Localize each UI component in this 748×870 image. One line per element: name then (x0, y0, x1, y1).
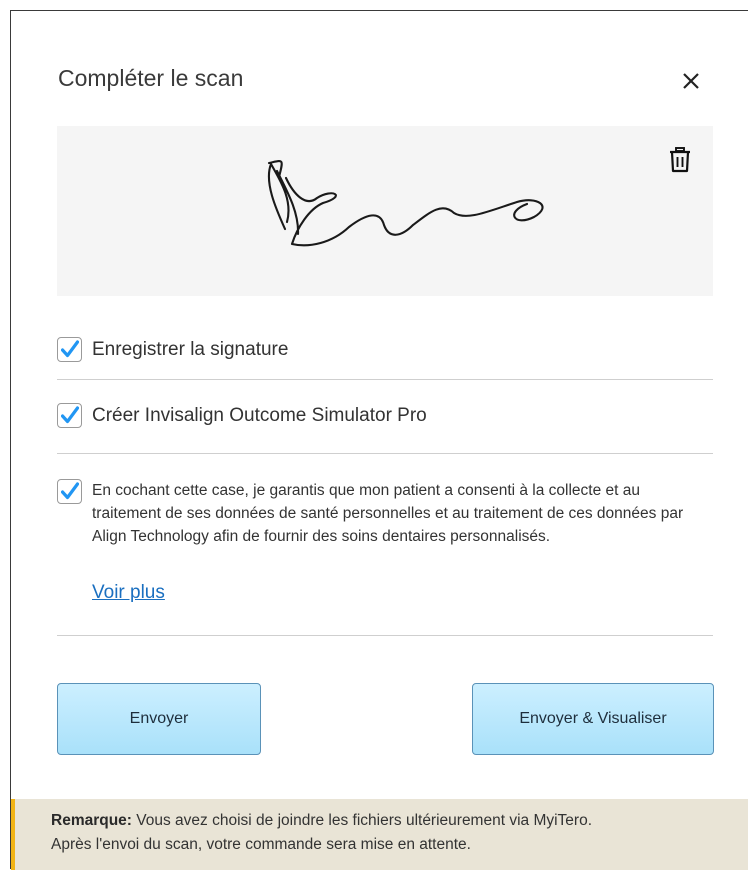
close-button[interactable] (675, 65, 705, 95)
divider (57, 453, 713, 454)
note-banner: Remarque: Vous avez choisi de joindre le… (11, 799, 748, 870)
option-create-simulator: Créer Invisalign Outcome Simulator Pro (57, 403, 427, 428)
note-line-2: Après l'envoi du scan, votre commande se… (51, 836, 471, 853)
close-icon (683, 73, 699, 89)
trash-icon (670, 147, 690, 173)
option-save-signature: Enregistrer la signature (57, 337, 288, 362)
note-prefix: Remarque: (51, 812, 132, 829)
send-button[interactable]: Envoyer (57, 683, 261, 755)
consent-text: En cochant cette case, je garantis que m… (92, 482, 684, 545)
signature-pad[interactable] (57, 126, 713, 296)
note-text-1: Vous avez choisi de joindre les fichiers… (131, 812, 593, 829)
handwritten-signature (267, 160, 544, 247)
note-line-1: Remarque: Vous avez choisi de joindre le… (51, 809, 748, 833)
divider (57, 379, 713, 380)
send-and-view-button[interactable]: Envoyer & Visualiser (472, 683, 714, 755)
create-simulator-label: Créer Invisalign Outcome Simulator Pro (92, 405, 427, 426)
divider (57, 635, 713, 636)
consent-checkbox[interactable] (57, 479, 82, 504)
save-signature-checkbox[interactable] (57, 337, 82, 362)
see-more-link[interactable]: Voir plus (92, 582, 165, 604)
checkmark-icon (61, 340, 79, 358)
complete-scan-dialog: Compléter le scan Enregistrer la signatu… (10, 10, 748, 870)
save-signature-label: Enregistrer la signature (92, 339, 289, 360)
consent-option: En cochant cette case, je garantis que m… (57, 479, 710, 548)
dialog-title: Compléter le scan (58, 65, 244, 91)
checkmark-icon (61, 406, 79, 424)
checkmark-icon (61, 482, 79, 500)
create-simulator-checkbox[interactable] (57, 403, 82, 428)
delete-signature-button[interactable] (667, 145, 693, 175)
